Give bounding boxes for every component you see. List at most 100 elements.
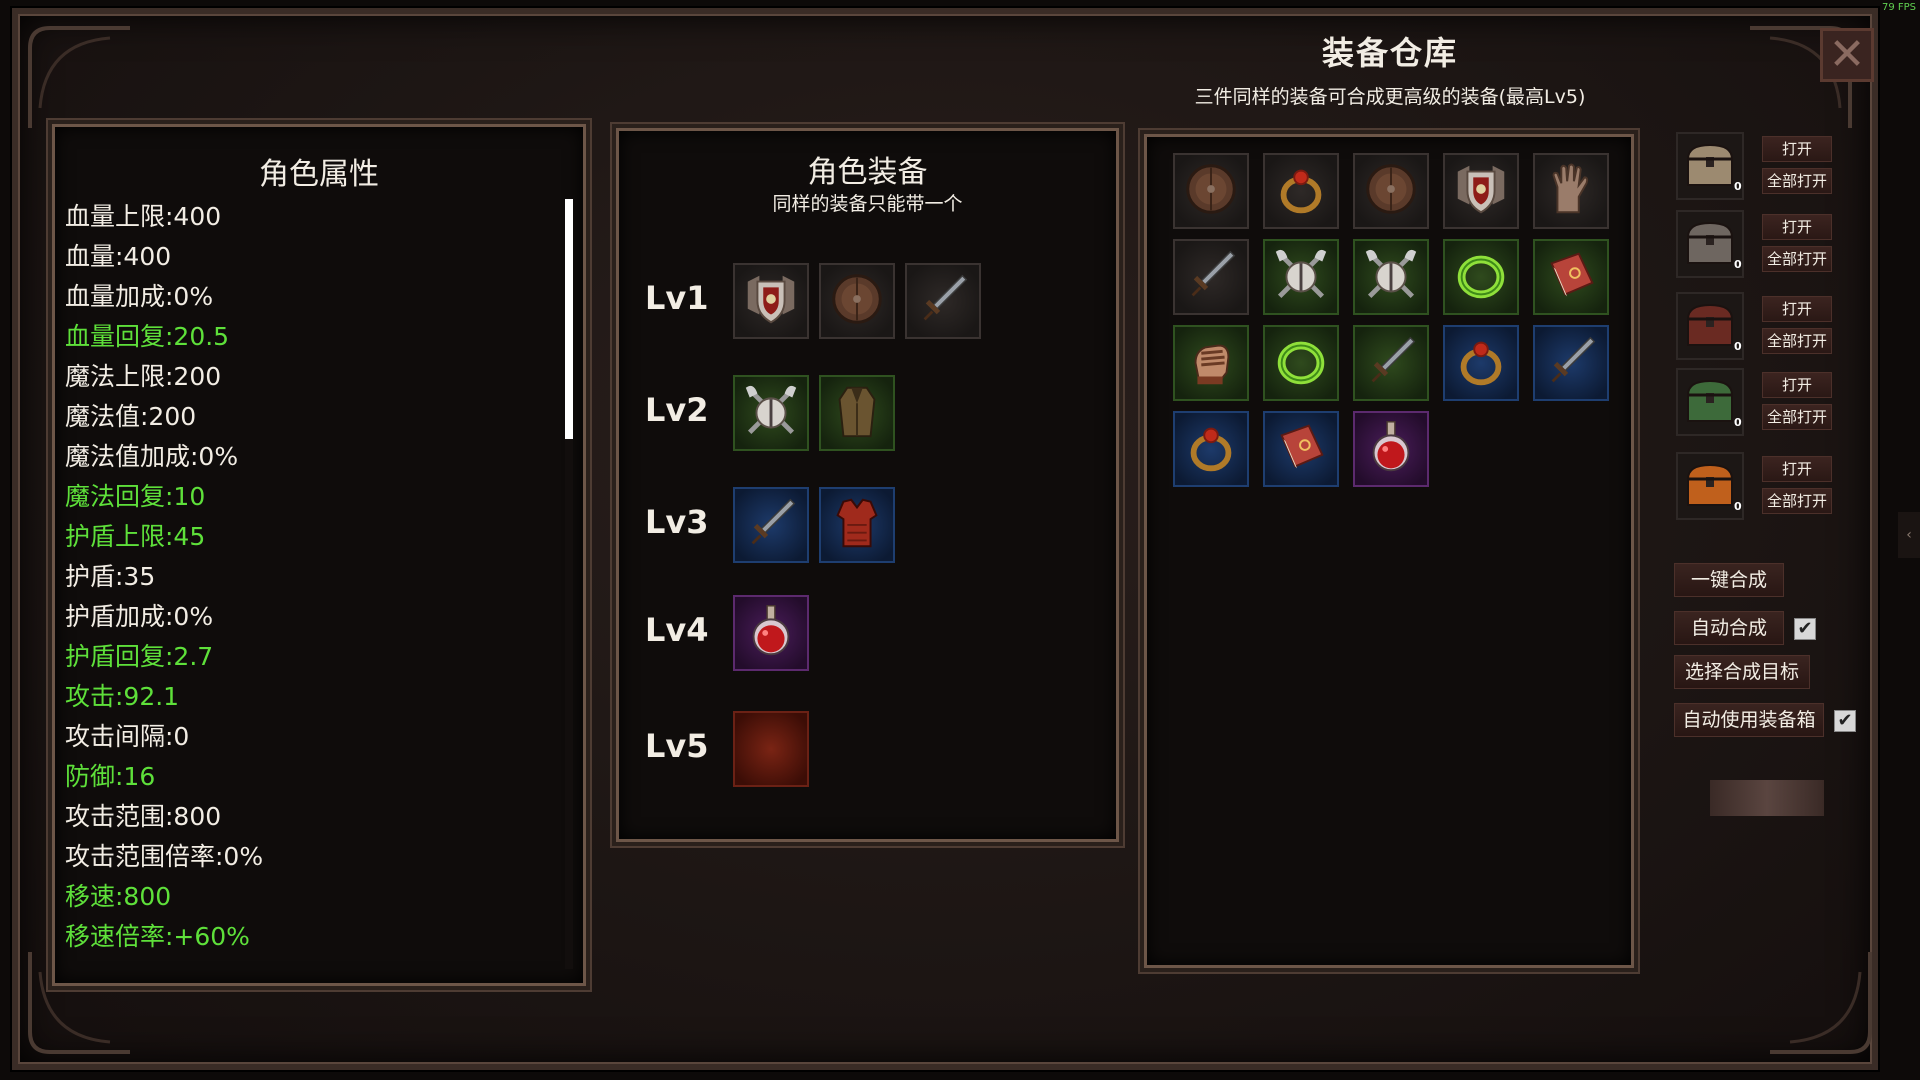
- auto-use-box-checkbox[interactable]: ✔: [1834, 710, 1856, 732]
- open-chest-button[interactable]: 打开: [1762, 372, 1832, 398]
- dagger-icon: [1360, 330, 1422, 396]
- ring-icon: [1180, 416, 1242, 482]
- auto-use-box-button[interactable]: 自动使用装备箱: [1674, 703, 1824, 737]
- select-merge-target-button[interactable]: 选择合成目标: [1674, 655, 1810, 689]
- dagger-icon: [1180, 244, 1242, 310]
- level-label: Lv5: [645, 727, 709, 765]
- level-label: Lv4: [645, 611, 709, 649]
- dagger-icon: [1540, 330, 1602, 396]
- blank-button[interactable]: [1710, 780, 1824, 816]
- auto-merge-checkbox[interactable]: ✔: [1794, 618, 1816, 640]
- chest-row: 0 打开 全部打开: [1676, 132, 1846, 206]
- green-ring-icon: [1270, 330, 1332, 396]
- side-collapse-tab[interactable]: ‹: [1898, 512, 1920, 558]
- equipped-slot[interactable]: [819, 263, 895, 339]
- shield-crest-icon: [1450, 158, 1512, 224]
- dagger-icon: [740, 492, 802, 558]
- inventory-slot[interactable]: [1263, 239, 1339, 315]
- attribute-row: 血量回复:20.5: [65, 322, 230, 351]
- attribute-row: 移速:800: [65, 882, 172, 911]
- chest-count: 0: [1734, 500, 1742, 513]
- inventory-slot[interactable]: [1263, 325, 1339, 401]
- equipment-title: 角色装备: [807, 155, 928, 190]
- potion-icon: [1360, 416, 1422, 482]
- ring-icon: [1270, 158, 1332, 224]
- auto-merge-button[interactable]: 自动合成: [1674, 611, 1784, 645]
- open-chest-button[interactable]: 打开: [1762, 456, 1832, 482]
- chest-row: 0 打开全部打开: [1676, 452, 1846, 526]
- dagger-icon: [912, 268, 974, 334]
- inventory-slot[interactable]: [1443, 239, 1519, 315]
- inventory-slot[interactable]: [1353, 411, 1429, 487]
- attribute-row: 防御:16: [65, 762, 156, 791]
- equipped-slot[interactable]: [733, 375, 809, 451]
- inventory-slot[interactable]: [1533, 239, 1609, 315]
- attribute-row: 攻击范围倍率:0%: [65, 842, 264, 871]
- inventory-slot[interactable]: [1353, 239, 1429, 315]
- inventory-slot[interactable]: [1173, 411, 1249, 487]
- treasure-chest-icon: [1682, 375, 1738, 429]
- attribute-row: 移速倍率:+60%: [65, 922, 250, 951]
- open-all-chests-button[interactable]: 全部打开: [1762, 246, 1832, 272]
- inventory-slot[interactable]: [1443, 325, 1519, 401]
- inventory-slot[interactable]: [1173, 239, 1249, 315]
- chevron-left-icon: ‹: [1906, 527, 1912, 543]
- fps-counter: 79 FPS: [1881, 2, 1916, 13]
- inventory-slot[interactable]: [1173, 153, 1249, 229]
- open-all-chests-button[interactable]: 全部打开: [1762, 328, 1832, 354]
- close-button[interactable]: ✕: [1820, 28, 1874, 82]
- open-all-chests-button[interactable]: 全部打开: [1762, 168, 1832, 194]
- inventory-slot[interactable]: [1173, 325, 1249, 401]
- chest-row: 0 打开全部打开: [1676, 368, 1846, 442]
- inventory-slot[interactable]: [1353, 325, 1429, 401]
- attribute-row: 魔法回复:10: [65, 482, 206, 511]
- equipped-slot[interactable]: [819, 487, 895, 563]
- green-ring-icon: [1450, 244, 1512, 310]
- inventory-slot[interactable]: [1263, 153, 1339, 229]
- inventory-slot[interactable]: [1443, 153, 1519, 229]
- inventory-slot[interactable]: [1533, 153, 1609, 229]
- potion-icon: [740, 600, 802, 666]
- open-chest-button[interactable]: 打开: [1762, 296, 1832, 322]
- inventory-slot[interactable]: [1263, 411, 1339, 487]
- close-icon: ✕: [1828, 29, 1866, 80]
- equipped-slot[interactable]: [733, 263, 809, 339]
- ring-icon: [1450, 330, 1512, 396]
- attributes-panel: 角色属性 血量上限:400 血量:400 血量加成:0% 血量回复:20.5 魔法上限:…: [52, 124, 586, 986]
- equipment-panel: 角色装备 同样的装备只能带一个 Lv1 Lv2 Lv3 Lv4 Lv5: [616, 128, 1119, 842]
- attribute-row: 魔法上限:200: [65, 362, 222, 391]
- chest-row: 0 打开 全部打开: [1676, 292, 1846, 366]
- book-icon: [1270, 416, 1332, 482]
- equipped-slot[interactable]: [733, 487, 809, 563]
- level-label: Lv2: [645, 391, 709, 429]
- inventory-slot[interactable]: [1533, 325, 1609, 401]
- open-all-chests-button[interactable]: 全部打开: [1762, 488, 1832, 514]
- open-chest-button[interactable]: 打开: [1762, 136, 1832, 162]
- armor-vest-icon: [826, 492, 888, 558]
- treasure-chest-icon: [1682, 459, 1738, 513]
- level-label: Lv1: [645, 279, 709, 317]
- chest-count: 0: [1734, 416, 1742, 429]
- open-all-chests-button[interactable]: 全部打开: [1762, 404, 1832, 430]
- one-click-merge-button[interactable]: 一键合成: [1674, 563, 1784, 597]
- treasure-chest-icon: [1682, 299, 1738, 353]
- equipped-slot[interactable]: [905, 263, 981, 339]
- equipped-slot[interactable]: [733, 595, 809, 671]
- attributes-list: 血量上限:400 血量:400 血量加成:0% 血量回复:20.5 魔法上限:200 魔法…: [65, 197, 545, 975]
- equipment-subtitle: 同样的装备只能带一个: [772, 193, 963, 215]
- treasure-chest-icon: [1682, 217, 1738, 271]
- attribute-row: 血量加成:0%: [65, 282, 214, 311]
- level-label: Lv3: [645, 503, 709, 541]
- inventory-slot[interactable]: [1353, 153, 1429, 229]
- equipped-slot[interactable]: [733, 711, 809, 787]
- attribute-row: 血量上限:400: [65, 202, 222, 231]
- chest-row: 0 打开 全部打开: [1676, 210, 1846, 284]
- attributes-scrollbar[interactable]: [565, 199, 573, 439]
- crossed-axes-shield-icon: [1360, 244, 1422, 310]
- attributes-title: 角色属性: [259, 157, 379, 192]
- equipped-slot[interactable]: [819, 375, 895, 451]
- round-shield-icon: [826, 268, 888, 334]
- open-chest-button[interactable]: 打开: [1762, 214, 1832, 240]
- attribute-row: 攻击间隔:0: [65, 722, 190, 751]
- crossed-axes-shield-icon: [740, 380, 802, 446]
